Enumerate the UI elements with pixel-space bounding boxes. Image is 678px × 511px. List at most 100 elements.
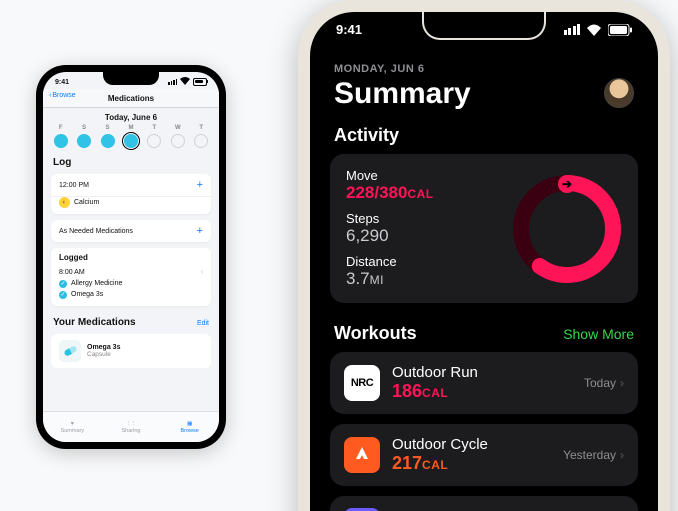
battery-icon xyxy=(193,78,207,86)
status-icons xyxy=(564,22,633,37)
move-value: 228/380CAL xyxy=(346,183,434,203)
workout-body: Outdoor Cycle217CAL xyxy=(392,436,551,474)
day-column[interactable]: F xyxy=(54,125,68,148)
steps-stat: Steps 6,290 xyxy=(346,211,434,246)
med-card-name: Omega 3s xyxy=(87,344,120,351)
capsule-icon xyxy=(59,340,81,362)
activity-card[interactable]: Move 228/380CAL Steps 6,290 Distance 3.7… xyxy=(330,154,638,303)
workout-card[interactable]: Outdoor Cycle217CAL Yesterday › xyxy=(330,424,638,486)
phone2-notch xyxy=(422,12,546,40)
page-title: Medications xyxy=(108,94,154,103)
phone2-screen: 9:41 MONDAY, JUN 6 Summary Activity xyxy=(310,12,658,511)
workout-meta: Yesterday › xyxy=(563,448,624,462)
med-card-sub: Capsule xyxy=(87,351,120,358)
day-column[interactable]: S xyxy=(77,125,91,148)
tab-bar: ♥ Summary ⋮⋮ Sharing ▦ Browse xyxy=(43,411,219,442)
day-column[interactable]: S xyxy=(101,125,115,148)
workout-card[interactable]: NRCOutdoor Run186CALToday › xyxy=(330,352,638,414)
tab-label: Sharing xyxy=(122,428,141,434)
logged-item-name: Allergy Medicine xyxy=(71,280,122,288)
add-icon[interactable]: + xyxy=(197,179,203,191)
move-number: 228/380 xyxy=(346,183,407,202)
activity-stats: Move 228/380CAL Steps 6,290 Distance 3.7… xyxy=(346,168,434,289)
nav-bar: ‹ Browse Medications xyxy=(43,89,219,108)
distance-unit: MI xyxy=(370,273,384,287)
cellular-icon xyxy=(564,24,581,35)
pill-icon: ◐ xyxy=(59,197,70,208)
workouts-header-row: Workouts Show More xyxy=(310,303,658,352)
tab-sharing[interactable]: ⋮⋮ Sharing xyxy=(102,412,161,442)
workout-icon: NRC xyxy=(344,365,380,401)
workouts-heading: Workouts xyxy=(334,323,417,344)
move-stat: Move 228/380CAL xyxy=(346,168,434,203)
day-column[interactable]: T xyxy=(147,125,161,148)
log-heading: Log xyxy=(43,151,219,171)
week-picker[interactable]: FSSMTWT xyxy=(43,125,219,151)
tab-browse[interactable]: ▦ Browse xyxy=(160,412,219,442)
status-time: 9:41 xyxy=(55,79,69,86)
heart-icon: ♥ xyxy=(71,421,74,427)
edit-button[interactable]: Edit xyxy=(197,320,209,327)
back-button[interactable]: ‹ Browse xyxy=(49,92,76,99)
grid-icon: ▦ xyxy=(187,421,192,427)
status-time: 9:41 xyxy=(336,22,362,37)
phone1-screen: 9:41 ‹ Browse Medications Today, June 6 … xyxy=(43,72,219,442)
day-letter: S xyxy=(82,125,86,131)
day-letter: M xyxy=(128,125,133,131)
day-letter: T xyxy=(153,125,157,131)
workout-card[interactable]: Yoga › xyxy=(330,496,638,511)
status-icons xyxy=(168,77,207,87)
day-column[interactable]: W xyxy=(171,125,185,148)
distance-label: Distance xyxy=(346,254,434,269)
day-letter: S xyxy=(106,125,110,131)
day-dot xyxy=(54,134,68,148)
slot-time: 12:00 PM xyxy=(59,182,89,189)
logged-heading: Logged xyxy=(51,248,211,265)
cellular-icon xyxy=(168,79,177,85)
logged-time: 8:00 AM xyxy=(59,269,85,276)
distance-value: 3.7MI xyxy=(346,269,434,289)
activity-ring: ➔ xyxy=(512,174,622,284)
as-needed-card[interactable]: As Needed Medications + xyxy=(51,220,211,242)
check-icon: ✓ xyxy=(59,291,67,299)
as-needed-label: As Needed Medications xyxy=(59,228,133,235)
move-label: Move xyxy=(346,168,434,183)
medication-row[interactable]: ◐ Calcium xyxy=(51,197,211,214)
add-icon[interactable]: + xyxy=(197,225,203,237)
phone1-notch xyxy=(103,72,159,85)
move-unit: CAL xyxy=(407,187,433,201)
chevron-left-icon: ‹ xyxy=(49,92,51,99)
page-title: Summary xyxy=(334,77,471,111)
avatar[interactable] xyxy=(604,78,634,108)
day-dot xyxy=(124,134,138,148)
chevron-right-icon: › xyxy=(620,448,624,462)
day-dot xyxy=(147,134,161,148)
medication-card[interactable]: Omega 3s Capsule xyxy=(51,334,211,368)
day-dot xyxy=(101,134,115,148)
workout-value: 217CAL xyxy=(392,453,551,474)
show-more-button[interactable]: Show More xyxy=(563,326,634,342)
header-date: MONDAY, JUN 6 xyxy=(334,63,634,75)
check-icon: ✓ xyxy=(59,280,67,288)
people-icon: ⋮⋮ xyxy=(126,421,137,427)
workout-body: Outdoor Run186CAL xyxy=(392,364,572,402)
workout-name: Outdoor Cycle xyxy=(392,436,551,453)
battery-icon xyxy=(608,24,632,36)
chevron-right-icon: › xyxy=(620,376,624,390)
steps-label: Steps xyxy=(346,211,434,226)
day-column[interactable]: T xyxy=(194,125,208,148)
today-label: Today, June 6 xyxy=(43,108,219,125)
day-dot xyxy=(171,134,185,148)
your-meds-heading: Your Medications xyxy=(53,317,136,328)
tab-summary[interactable]: ♥ Summary xyxy=(43,412,102,442)
day-dot xyxy=(77,134,91,148)
workout-value: 186CAL xyxy=(392,381,572,402)
day-column[interactable]: M xyxy=(124,125,138,148)
logged-card[interactable]: Logged 8:00 AM › ✓Allergy Medicine✓Omega… xyxy=(51,248,211,306)
log-slot-card[interactable]: 12:00 PM + ◐ Calcium xyxy=(51,174,211,214)
logged-item: ✓Omega 3s xyxy=(59,289,203,300)
activity-heading: Activity xyxy=(310,115,658,154)
phone-medications: 9:41 ‹ Browse Medications Today, June 6 … xyxy=(36,65,226,449)
workout-name: Outdoor Run xyxy=(392,364,572,381)
wifi-icon xyxy=(586,24,602,36)
